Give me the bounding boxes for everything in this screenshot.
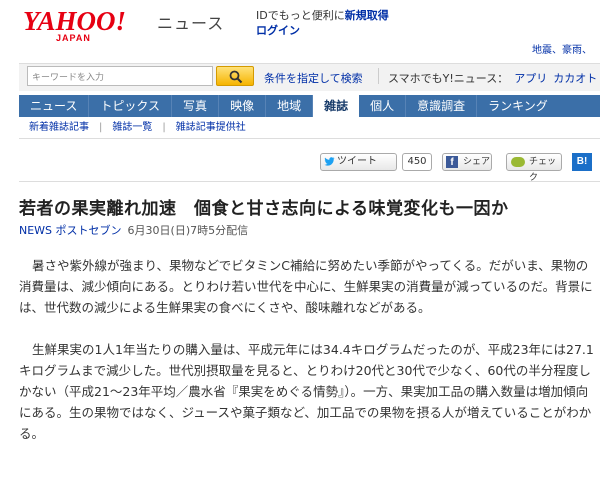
check-label: チェック: [529, 157, 557, 183]
yahoo-logo-sub: JAPAN: [56, 33, 91, 43]
article-paragraph: 暑さや紫外線が強まり、果物などでビタミンC補給に努めたい季節がやってくる。だがい…: [19, 258, 593, 315]
article-source-link[interactable]: NEWS ポストセブン: [19, 224, 122, 237]
advanced-search-link[interactable]: 条件を指定して検索: [264, 70, 363, 86]
site-header: YAHOO! JAPAN ニュース IDでもっと便利に新規取得 ログイン 地震、…: [0, 0, 600, 60]
subnav-providers[interactable]: 雑誌記事提供社: [166, 117, 256, 138]
nav-topics[interactable]: トピックス: [89, 95, 173, 117]
facebook-icon: f: [446, 156, 458, 168]
article-paragraph: 生鮮果実の1人1年当たりの購入量は、平成元年には34.4キログラムだったのが、平…: [19, 342, 594, 441]
nav-ranking[interactable]: ランキング: [477, 95, 559, 117]
article-divider: [19, 181, 600, 182]
hatena-bookmark-button[interactable]: B!: [572, 153, 592, 171]
app-link[interactable]: アプリ: [514, 72, 547, 85]
search-icon: [229, 70, 243, 84]
yahoo-logo[interactable]: YAHOO!: [23, 8, 126, 35]
divider: [378, 68, 379, 84]
subnav-latest[interactable]: 新着雑誌記事: [19, 117, 99, 138]
article-title: 若者の果実離れ加速 個食と甘さ志向による味覚変化も一因か: [19, 199, 509, 219]
nav-local[interactable]: 地域: [266, 95, 314, 117]
service-name[interactable]: ニュース: [157, 10, 224, 34]
tweet-label: ツイート: [337, 156, 377, 167]
nav-individual[interactable]: 個人: [359, 95, 407, 117]
main-nav: ニュース トピックス 写真 映像 地域 雑誌 個人 意識調査 ランキング: [19, 95, 600, 117]
facebook-share-button[interactable]: f シェア: [442, 153, 492, 171]
nav-magazine[interactable]: 雑誌: [313, 95, 360, 117]
tweet-button[interactable]: ツイート: [320, 153, 397, 171]
login-link[interactable]: ログイン: [256, 22, 300, 38]
promo-text: IDでもっと便利に新規取得: [256, 9, 389, 22]
catalog-link[interactable]: カカオト: [553, 72, 597, 85]
nav-survey[interactable]: 意識調査: [406, 95, 478, 117]
share-bar: ツイート 450 f シェア チェック B!: [19, 148, 600, 183]
search-button[interactable]: [216, 66, 254, 86]
article-date: 6月30日(日)7時5分配信: [127, 224, 249, 237]
register-link[interactable]: 新規取得: [345, 9, 389, 22]
search-input[interactable]: キーワードを入力: [27, 66, 213, 86]
region-links[interactable]: 地震、豪雨、: [532, 41, 592, 56]
tweet-count: 450: [402, 153, 432, 171]
mixi-check-button[interactable]: チェック: [506, 153, 562, 183]
nav-photo[interactable]: 写真: [172, 95, 220, 117]
twitter-bird-icon: [324, 157, 335, 166]
article-meta: NEWS ポストセブン 6月30日(日)7時5分配信: [19, 222, 248, 238]
subnav-magazine-list[interactable]: 雑誌一覧: [102, 117, 162, 138]
mixi-icon: [511, 157, 525, 167]
article-body: 暑さや紫外線が強まり、果物などでビタミンC補給に努めたい季節がやってくる。だがい…: [19, 255, 595, 444]
nav-video[interactable]: 映像: [219, 95, 267, 117]
facebook-share-label: シェア: [463, 157, 491, 167]
sub-nav: 新着雑誌記事 | 雑誌一覧 | 雑誌記事提供社: [19, 117, 600, 139]
nav-news[interactable]: ニュース: [19, 95, 90, 117]
smartphone-promo: スマホでもY!ニュース： アプリ カカオト: [388, 72, 598, 85]
